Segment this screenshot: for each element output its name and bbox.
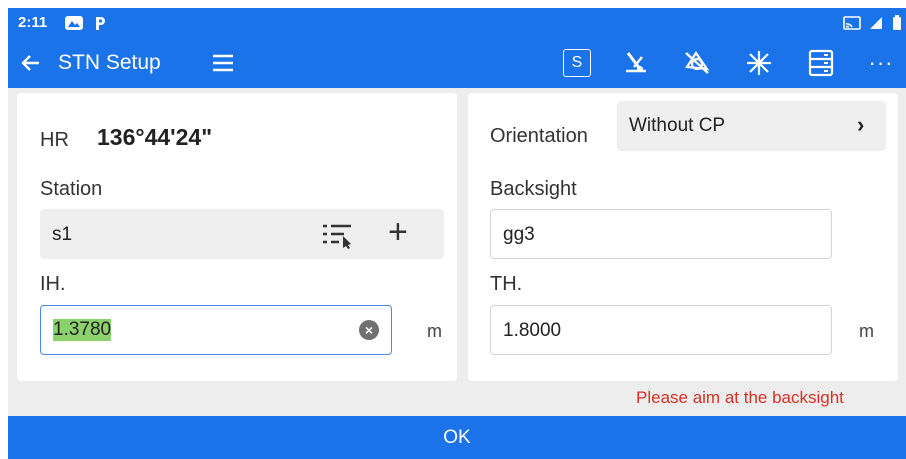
orientation-value: Without CP xyxy=(629,115,726,136)
s-button[interactable]: S xyxy=(560,47,594,79)
left-panel: HR 136°44'24" Station s1 + IH. 1.3780 × … xyxy=(17,93,457,381)
ih-label: IH. xyxy=(40,273,66,295)
clear-icon[interactable]: × xyxy=(359,320,379,340)
s-badge: S xyxy=(563,49,591,77)
station-value: s1 xyxy=(52,224,73,245)
ih-input[interactable]: 1.3780 × xyxy=(40,305,392,355)
app-bar: STN Setup S ··· xyxy=(8,38,906,88)
chevron-right-icon: › xyxy=(857,112,865,137)
compensator-off-icon xyxy=(685,51,710,74)
arrow-left-icon xyxy=(21,55,39,71)
right-panel: Orientation Without CP › Backsight gg3 T… xyxy=(468,93,898,381)
menu-button[interactable] xyxy=(208,48,242,78)
backsight-label: Backsight xyxy=(490,178,577,200)
th-input[interactable]: 1.8000 xyxy=(490,305,832,355)
parking-app-icon xyxy=(92,15,108,36)
list-settings-button[interactable] xyxy=(804,47,838,79)
th-label: TH. xyxy=(490,273,523,295)
compensator-off-button[interactable] xyxy=(680,47,714,79)
list-settings-icon xyxy=(808,49,834,77)
aim-hint: Please aim at the backsight xyxy=(636,388,844,407)
laser-pointer-button[interactable] xyxy=(742,47,776,79)
more-icon: ··· xyxy=(868,50,894,75)
page-title: STN Setup xyxy=(58,51,161,74)
gallery-icon xyxy=(64,15,84,36)
screen: 2:11 STN Setup S ··· HR 136°44'24" Stati… xyxy=(8,8,906,459)
ih-value: 1.3780 xyxy=(53,319,112,341)
hr-value: 136°44'24" xyxy=(97,124,213,150)
signal-icon xyxy=(868,15,884,36)
screen-cast-icon xyxy=(843,15,861,36)
station-label: Station xyxy=(40,178,103,200)
more-button[interactable]: ··· xyxy=(864,47,898,79)
station-field[interactable]: s1 + xyxy=(40,209,444,259)
ok-button[interactable]: OK xyxy=(8,416,906,459)
backsight-value: gg3 xyxy=(503,224,535,245)
status-bar: 2:11 xyxy=(8,8,906,38)
orientation-label: Orientation xyxy=(490,125,588,147)
select-from-list-icon[interactable] xyxy=(320,221,354,254)
hr-label: HR xyxy=(40,129,69,151)
th-unit: m xyxy=(859,321,874,341)
status-time: 2:11 xyxy=(18,14,48,31)
ih-unit: m xyxy=(427,321,442,341)
laser-off-button[interactable] xyxy=(618,47,652,79)
hamburger-menu-icon xyxy=(213,54,233,72)
back-button[interactable] xyxy=(16,48,46,78)
th-value: 1.8000 xyxy=(503,320,562,341)
orientation-select[interactable]: Without CP › xyxy=(617,101,886,151)
laser-pointer-icon xyxy=(747,51,771,75)
backsight-input[interactable]: gg3 xyxy=(490,209,832,259)
add-station-button[interactable]: + xyxy=(388,213,408,252)
battery-icon xyxy=(892,15,902,36)
laser-off-icon xyxy=(626,52,646,73)
